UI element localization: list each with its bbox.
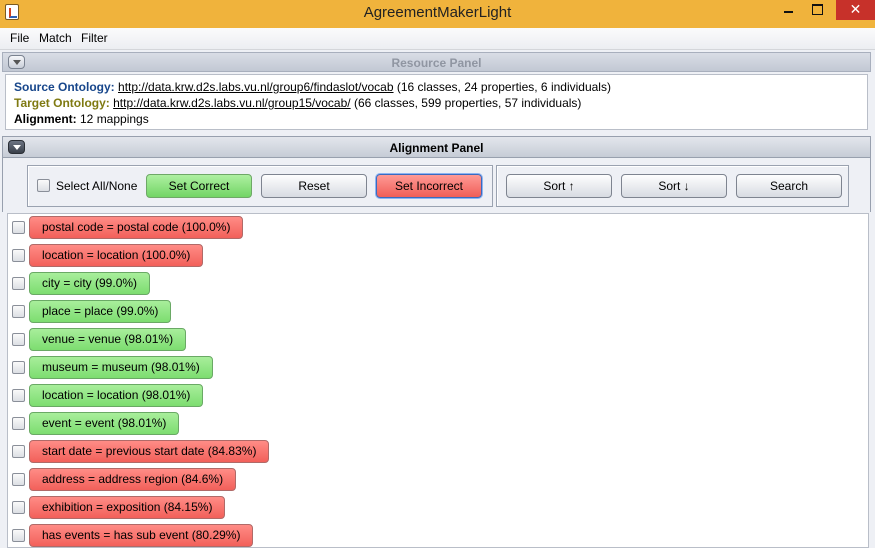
set-incorrect-button[interactable]: Set Incorrect <box>376 174 482 198</box>
mapping-label[interactable]: location = location (100.0%) <box>29 244 204 267</box>
title-bar: AgreementMakerLight ✕ <box>0 0 875 28</box>
alignment-panel-header: Alignment Panel <box>2 136 871 158</box>
alignment-label: Alignment: <box>14 112 77 126</box>
target-ontology-info: (66 classes, 599 properties, 57 individu… <box>350 96 582 110</box>
mapping-row: postal code = postal code (100.0%) <box>8 214 868 240</box>
sort-descending-button[interactable]: Sort ↓ <box>621 174 727 198</box>
mapping-row: address = address region (84.6%) <box>8 466 868 492</box>
mapping-checkbox[interactable] <box>12 389 25 402</box>
select-all-checkbox[interactable] <box>37 179 50 192</box>
mapping-checkbox[interactable] <box>12 445 25 458</box>
menu-file[interactable]: File <box>10 31 29 45</box>
sort-search-group: Sort ↑ Sort ↓ Search <box>496 165 849 207</box>
mapping-row: exhibition = exposition (84.15%) <box>8 494 868 520</box>
mapping-label[interactable]: location = location (98.01%) <box>29 384 204 407</box>
mapping-row: museum = museum (98.01%) <box>8 354 868 380</box>
mapping-label[interactable]: address = address region (84.6%) <box>29 468 237 491</box>
mapping-row: has events = has sub event (80.29%) <box>8 522 868 547</box>
close-button[interactable]: ✕ <box>836 0 875 20</box>
mapping-checkbox[interactable] <box>12 417 25 430</box>
mapping-checkbox[interactable] <box>12 333 25 346</box>
mapping-checkbox[interactable] <box>12 277 25 290</box>
reset-button[interactable]: Reset <box>261 174 367 198</box>
maximize-button[interactable] <box>804 0 830 20</box>
mapping-label[interactable]: postal code = postal code (100.0%) <box>29 216 244 239</box>
source-ontology-line: Source Ontology: http://data.krw.d2s.lab… <box>14 80 611 94</box>
mapping-row: place = place (99.0%) <box>8 298 868 324</box>
mapping-checkbox[interactable] <box>12 529 25 542</box>
resource-panel-body: Source Ontology: http://data.krw.d2s.lab… <box>5 74 868 130</box>
mapping-label[interactable]: event = event (98.01%) <box>29 412 180 435</box>
mapping-checkbox[interactable] <box>12 473 25 486</box>
mapping-label[interactable]: start date = previous start date (84.83%… <box>29 440 270 463</box>
mapping-list: postal code = postal code (100.0%) locat… <box>7 213 869 548</box>
search-button[interactable]: Search <box>736 174 842 198</box>
source-ontology-link[interactable]: http://data.krw.d2s.labs.vu.nl/group6/fi… <box>118 80 394 94</box>
resource-panel-header: Resource Panel <box>2 52 871 72</box>
menu-match[interactable]: Match <box>39 31 72 45</box>
alignment-toolbar: Select All/None Set Correct Reset Set In… <box>2 158 871 212</box>
minimize-button[interactable] <box>775 0 801 20</box>
mapping-checkbox[interactable] <box>12 361 25 374</box>
alignment-panel-title: Alignment Panel <box>389 141 484 155</box>
mapping-checkbox[interactable] <box>12 305 25 318</box>
mapping-row: venue = venue (98.01%) <box>8 326 868 352</box>
menu-filter[interactable]: Filter <box>81 31 108 45</box>
mapping-label[interactable]: exhibition = exposition (84.15%) <box>29 496 226 519</box>
target-ontology-link[interactable]: http://data.krw.d2s.labs.vu.nl/group15/v… <box>113 96 350 110</box>
mapping-row: start date = previous start date (84.83%… <box>8 438 868 464</box>
target-ontology-line: Target Ontology: http://data.krw.d2s.lab… <box>14 96 581 110</box>
target-ontology-label: Target Ontology: <box>14 96 110 110</box>
mapping-label[interactable]: has events = has sub event (80.29%) <box>29 524 254 547</box>
mapping-label[interactable]: museum = museum (98.01%) <box>29 356 213 379</box>
client-area: File Match Filter Resource Panel Source … <box>0 28 875 548</box>
mapping-checkbox[interactable] <box>12 501 25 514</box>
sort-ascending-button[interactable]: Sort ↑ <box>506 174 612 198</box>
resource-panel-title: Resource Panel <box>391 56 482 70</box>
source-ontology-label: Source Ontology: <box>14 80 115 94</box>
mapping-row: location = location (98.01%) <box>8 382 868 408</box>
set-correct-button[interactable]: Set Correct <box>146 174 252 198</box>
mapping-checkbox[interactable] <box>12 221 25 234</box>
mapping-actions-group: Select All/None Set Correct Reset Set In… <box>27 165 493 207</box>
mapping-checkbox[interactable] <box>12 249 25 262</box>
mapping-row: event = event (98.01%) <box>8 410 868 436</box>
mapping-label[interactable]: venue = venue (98.01%) <box>29 328 187 351</box>
window-title: AgreementMakerLight <box>363 4 512 21</box>
mapping-label[interactable]: place = place (99.0%) <box>29 300 172 323</box>
alignment-info: 12 mappings <box>76 112 149 126</box>
alignment-line: Alignment: 12 mappings <box>14 112 149 126</box>
select-all-label: Select All/None <box>56 179 138 193</box>
mapping-row: city = city (99.0%) <box>8 270 868 296</box>
mapping-label[interactable]: city = city (99.0%) <box>29 272 151 295</box>
source-ontology-info: (16 classes, 24 properties, 6 individual… <box>393 80 611 94</box>
menu-bar: File Match Filter <box>0 28 875 50</box>
mapping-row: location = location (100.0%) <box>8 242 868 268</box>
